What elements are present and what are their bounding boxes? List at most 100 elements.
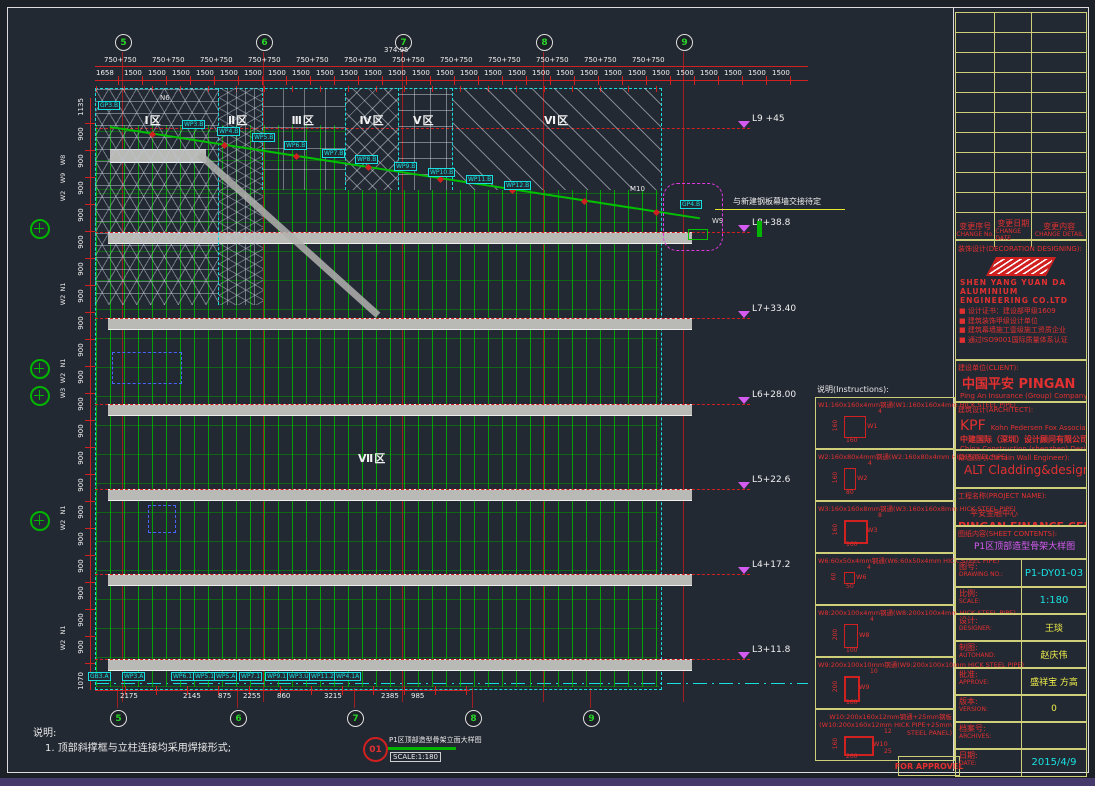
consultant-label: 幕墙顾问(Curtain Wall Engineer): [958,453,1084,463]
tbd-underline [715,209,845,210]
section-marker-cross [34,368,44,369]
dim-value-top: 1500 [532,69,550,77]
dim-value-top: 1500 [124,69,142,77]
dim-pair-label: 750+750 [440,56,473,64]
legend-dim-thickness: 4 [868,460,872,467]
dim-value-bottom: 860 [277,692,290,700]
titleblock-row-value: 2015/4/9 [1022,749,1086,776]
legend-profile-label: W6 [856,573,867,581]
legend-dim-thickness: 4 [878,408,882,415]
titleblock-row-value: P1-DY01-03 [1022,560,1086,587]
floor-slab [108,574,692,586]
panel-label: WP10.B [428,168,455,177]
panel-label: WP8.B [355,155,378,164]
revision-empty-row [956,32,1086,52]
dim-value-left: 900 [77,528,85,550]
legend-dim-thickness: 8 [878,512,882,519]
dim-pair-label: 750+750 [344,56,377,64]
revision-cell [994,33,1031,52]
member-label-left: N1 [59,356,67,370]
dim-value-bottom: 2255 [243,692,261,700]
company-logo [986,257,1056,276]
legend-dim-height: 200 [832,681,839,692]
member-label-left: W3 [59,386,67,400]
row-label-cn: 日期: [959,751,1021,760]
blue-dashed-box [148,505,176,533]
revision-empty-row [956,72,1086,92]
row-label-en: ARCHIVES: [959,733,1021,740]
legend-dim-extra: 25 [884,748,892,755]
dim-value-top: 1500 [628,69,646,77]
architect-section: 建筑设计(ARCHITECT): KPF Kohn Pedersen Fox A… [955,402,1087,450]
dim-value-top: 1658 [96,69,114,77]
legend-dim-width: 50 [846,583,854,590]
dim-value-top: 1500 [676,69,694,77]
revision-cell [994,133,1031,152]
legend-dim-thickness: 4 [867,564,871,571]
panel-label-bottom: WP5.A [214,672,237,681]
titleblock-row-value: 王琰 [1022,614,1086,641]
zone-label: Ⅰ区 [145,112,162,128]
revision-empty-row [956,192,1086,212]
blue-dashed-box [112,352,182,384]
panel-label: WP12.B [504,181,531,190]
level-line [95,404,750,405]
zone-label: Ⅴ区 [413,112,435,128]
revision-cell [956,133,994,152]
legend-item: W1:160x160x4mm钢通(W1:160x160x4mm HICK STE… [815,397,955,449]
dim-value-left: 900 [77,447,85,469]
level-line [95,659,750,660]
revision-empty-row [956,172,1086,192]
row-label-cn: 比例: [959,589,1021,598]
dim-value-top: 1500 [292,69,310,77]
dim-pair-label: 750+750 [632,56,665,64]
legend-dim-width: 100 [846,699,857,706]
floor-slab [108,659,692,671]
dim-value-left: 900 [77,420,85,442]
revision-cell [1031,173,1086,192]
row-label-cn: 版本: [959,697,1021,706]
dim-value-top: 1500 [604,69,622,77]
member-label-left: W9 [59,171,67,185]
zone-hatch [345,88,399,190]
row-label-en: AUTOHAND: [959,652,1021,659]
dim-value-left: 900 [77,393,85,415]
legend-heading: 说明(Instructions): [817,384,889,395]
grid-bubble-top: 9 [676,34,693,51]
revision-cell [1031,33,1086,52]
decor-section: 装饰设计(DECORATION DESIGNING): SHEN YANG YU… [955,240,1087,360]
revision-cell [1031,193,1086,212]
legend-profile-label: W8 [859,631,870,639]
dim-value-left: 900 [77,123,85,145]
legend-dim-thickness: 4 [870,616,874,623]
dim-value-left: 900 [77,204,85,226]
dim-ticks-left [85,98,95,690]
revision-header-cn: 变更内容 [1043,222,1075,231]
dim-value-top: 1500 [172,69,190,77]
level-marker [738,482,750,489]
row-label-en: DESIGNER: [959,625,1021,632]
panel-label-bottom: WP7.1 [239,672,262,681]
legend-dim-width: 160 [846,541,857,548]
revision-cell [994,73,1031,92]
client-section: 建设单位(CLIENT): 中国平安 PINGAN Ping An Insura… [955,360,1087,402]
dim-value-top: 1500 [724,69,742,77]
revision-cell [1031,153,1086,172]
titleblock-row-label: 制图:AUTOHAND: [956,641,1022,668]
dim-value-bottom: 3215 [324,692,342,700]
legend-dim-width: 80 [846,489,854,496]
floor-slab [108,489,692,501]
revision-cell [956,113,994,132]
dim-value-bottom: 2175 [120,692,138,700]
dim-value-left: 900 [77,177,85,199]
project-section: 工程名称(PROJECT NAME): 平安金融中心 PINGAN FINANC… [955,488,1087,526]
credential-bullet: ■ 建筑装饰甲级设计单位 [959,317,1083,327]
revision-empty-row [956,152,1086,172]
level-label: L4+17.2 [752,560,790,570]
member-label-left: W2 [59,638,67,652]
level-line [95,318,750,319]
architect-firm2: 中建国际（深圳）设计顾问有限公司 [960,434,1086,445]
revision-cell [994,13,1031,32]
grid-line-vertical-stub [590,688,591,708]
cad-sheet: 56789374.9556789750+750750+750750+750750… [0,0,1095,786]
